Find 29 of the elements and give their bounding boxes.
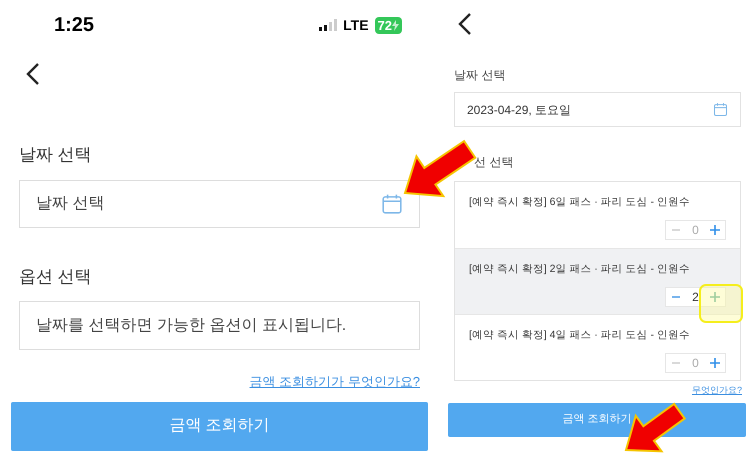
quantity-value: 0 <box>691 354 700 372</box>
back-icon[interactable] <box>458 12 472 36</box>
quantity-value: 2 <box>691 288 700 306</box>
plus-icon <box>710 292 720 302</box>
status-time: 1:25 <box>54 13 94 38</box>
date-value: 2023-04-29, 토요일 <box>467 102 572 118</box>
battery-level: 72 <box>378 16 392 34</box>
bolt-icon <box>392 20 399 30</box>
calendar-icon <box>381 192 403 214</box>
calendar-icon <box>713 102 728 117</box>
option-row[interactable]: [예약 즉시 확정] 2일 패스 · 파리 도심 - 인원수 2 <box>455 248 740 314</box>
placeholder-text: 날짜 선택 <box>36 194 104 214</box>
option-title: [예약 즉시 확정] 6일 패스 · 파리 도심 - 인원수 <box>469 195 691 210</box>
highlight-box <box>699 284 743 323</box>
section-label: 옵션 선택 <box>18 266 93 288</box>
section-label: 날짜 선택 <box>453 67 506 84</box>
plus-icon <box>710 358 720 368</box>
quantity-value: 0 <box>691 222 700 239</box>
option-title: [예약 즉시 확정] 4일 패스 · 파리 도심 - 인원수 <box>469 328 691 343</box>
signal-icon <box>319 19 338 31</box>
network-label: LTE <box>343 16 369 34</box>
plus-icon <box>710 224 720 235</box>
section-label: 날짜 선택 <box>18 144 93 166</box>
section-label: 선 선택 <box>473 154 514 171</box>
option-title: [예약 즉시 확정] 2일 패스 · 파리 도심 - 인원수 <box>469 262 691 277</box>
back-icon[interactable] <box>26 62 40 86</box>
date-field[interactable]: 날짜 선택 <box>19 180 420 228</box>
message-text: 날짜를 선택하면 가능한 옵션이 표시됩니다. <box>36 316 346 336</box>
date-field[interactable]: 2023-04-29, 토요일 <box>454 92 741 127</box>
